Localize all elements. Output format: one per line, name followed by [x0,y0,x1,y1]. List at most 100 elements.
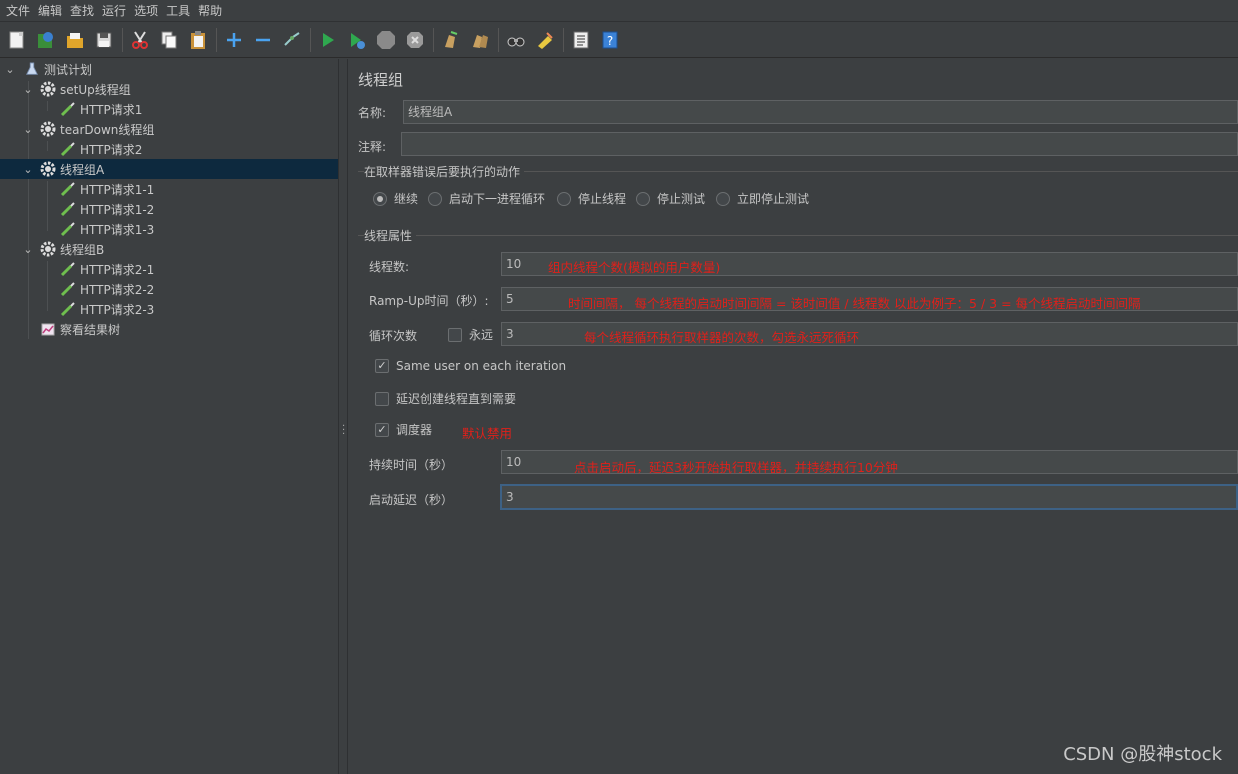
menu-help[interactable]: 帮助 [194,0,226,22]
tree-item-sampler[interactable]: HTTP请求2-1 [0,259,338,279]
pipette-icon [60,101,76,117]
tree-item-sampler[interactable]: HTTP请求2-2 [0,279,338,299]
watermark: CSDN @股神stock [1063,744,1222,765]
threads-label: 线程数: [369,260,410,274]
paste-icon[interactable] [187,29,209,51]
radio-start-next-loop[interactable]: 启动下一进程循环 [428,190,545,207]
tree-item-thread-group-a[interactable]: ⌄ 线程组A [0,159,338,179]
thread-group-editor: 线程组 名称: 线程组A 注释: 在取样器错误后要执行的动作 继续 启动下一进程… [348,59,1238,774]
menu-search[interactable]: 查找 [66,0,98,22]
reset-search-icon[interactable] [534,29,556,51]
tree-item-sampler[interactable]: HTTP请求1-1 [0,179,338,199]
open-icon[interactable] [64,29,86,51]
tree-item-setup-group[interactable]: ⌄ setUp线程组 [0,79,338,99]
name-field[interactable]: 线程组A [403,100,1238,124]
comment-field[interactable] [401,132,1238,156]
rampup-annotation: 时间间隔， 每个线程的启动时间间隔 = 该时间值 / 线程数 以此为例子：5 /… [568,296,1141,311]
templates-icon[interactable] [35,29,57,51]
cut-icon[interactable] [129,29,151,51]
tree-item-sampler[interactable]: HTTP请求1 [0,99,338,119]
scheduler-checkbox[interactable]: 调度器 [375,421,432,438]
menu-file[interactable]: 文件 [2,0,34,22]
pipette-icon [60,301,76,317]
chevron-down-icon[interactable]: ⌄ [22,163,34,176]
radio-button[interactable] [716,191,730,206]
checkbox[interactable] [375,422,389,437]
tree-item-sampler[interactable]: HTTP请求2-3 [0,299,338,319]
duration-label: 持续时间（秒） [369,458,454,472]
radio-button[interactable] [373,191,387,206]
pipette-icon [60,281,76,297]
radio-continue[interactable]: 继续 [373,190,418,207]
startup-delay-field[interactable]: 3 [500,484,1238,510]
tree-item-sampler[interactable]: HTTP请求2 [0,139,338,159]
duration-annotation: 点击启动后，延迟3秒开始执行取样器，并持续执行10分钟 [574,460,898,475]
thread-properties-section-title: 线程属性 [364,227,417,244]
forever-checkbox[interactable]: 永远 [448,326,493,343]
radio-button[interactable] [428,191,442,206]
chevron-down-icon[interactable]: ⌄ [22,83,34,96]
same-user-checkbox[interactable]: Same user on each iteration [375,359,566,373]
chevron-down-icon[interactable]: ⌄ [22,243,34,256]
toggle-icon[interactable] [281,29,303,51]
shutdown-icon[interactable] [404,29,426,51]
pipette-icon [60,141,76,157]
tree-item-test-plan[interactable]: ⌄ 测试计划 [0,59,338,79]
toolbar-separator [216,28,217,52]
radio-stop-test-now[interactable]: 立即停止测试 [716,190,809,207]
tree-item-label: HTTP请求2-2 [80,282,155,297]
tree-item-sampler[interactable]: HTTP请求1-2 [0,199,338,219]
menu-bar: 文件 编辑 查找 运行 选项 工具 帮助 [0,0,1238,22]
function-helper-icon[interactable] [570,29,592,51]
tree-item-label: HTTP请求2-3 [80,302,155,317]
checkbox[interactable] [448,327,462,342]
chevron-down-icon[interactable]: ⌄ [22,123,34,136]
menu-run[interactable]: 运行 [98,0,130,22]
delay-thread-creation-checkbox[interactable]: 延迟创建线程直到需要 [375,390,516,407]
chart-icon [40,321,56,337]
search-icon[interactable] [505,29,527,51]
toolbar-separator [310,28,311,52]
checkbox-label: 调度器 [396,423,433,437]
clear-icon[interactable] [440,29,462,51]
radio-button[interactable] [636,191,650,206]
test-plan-tree: ⌄ 测试计划 ⌄ setUp线程组 HTTP请求1 ⌄ tearDown线程组 … [0,59,338,774]
start-no-pause-icon[interactable] [346,29,368,51]
checkbox[interactable] [375,391,389,406]
pipette-icon [60,201,76,217]
tree-item-label: HTTP请求1-3 [80,222,155,237]
drag-handle-icon[interactable]: · · · [342,422,345,440]
radio-button[interactable] [557,191,571,206]
tree-item-thread-group-b[interactable]: ⌄ 线程组B [0,239,338,259]
help-icon[interactable]: ? [599,29,621,51]
clear-all-icon[interactable] [469,29,491,51]
tree-item-label: 测试计划 [44,62,93,77]
save-icon[interactable] [93,29,115,51]
menu-edit[interactable]: 编辑 [34,0,66,22]
copy-icon[interactable] [158,29,180,51]
new-icon[interactable] [6,29,28,51]
pipette-icon [60,181,76,197]
name-label: 名称: [358,106,387,120]
checkbox[interactable] [375,359,389,373]
section-divider [358,235,1238,236]
collapse-icon[interactable] [252,29,274,51]
radio-label: 立即停止测试 [737,192,810,206]
radio-stop-test[interactable]: 停止测试 [636,190,705,207]
expand-icon[interactable] [223,29,245,51]
radio-stop-thread[interactable]: 停止线程 [557,190,626,207]
tree-item-label: 察看结果树 [60,322,121,337]
tree-item-results-tree[interactable]: 察看结果树 [0,319,338,339]
gear-icon [40,241,56,257]
checkbox-label: 延迟创建线程直到需要 [396,392,517,406]
start-icon[interactable] [317,29,339,51]
toolbar-separator [122,28,123,52]
menu-tools[interactable]: 工具 [162,0,194,22]
toolbar-separator [498,28,499,52]
stop-icon[interactable] [375,29,397,51]
menu-options[interactable]: 选项 [130,0,162,22]
split-pane-divider[interactable]: · · · [338,59,348,774]
tree-item-teardown-group[interactable]: ⌄ tearDown线程组 [0,119,338,139]
chevron-down-icon[interactable]: ⌄ [4,63,16,76]
tree-item-sampler[interactable]: HTTP请求1-3 [0,219,338,239]
